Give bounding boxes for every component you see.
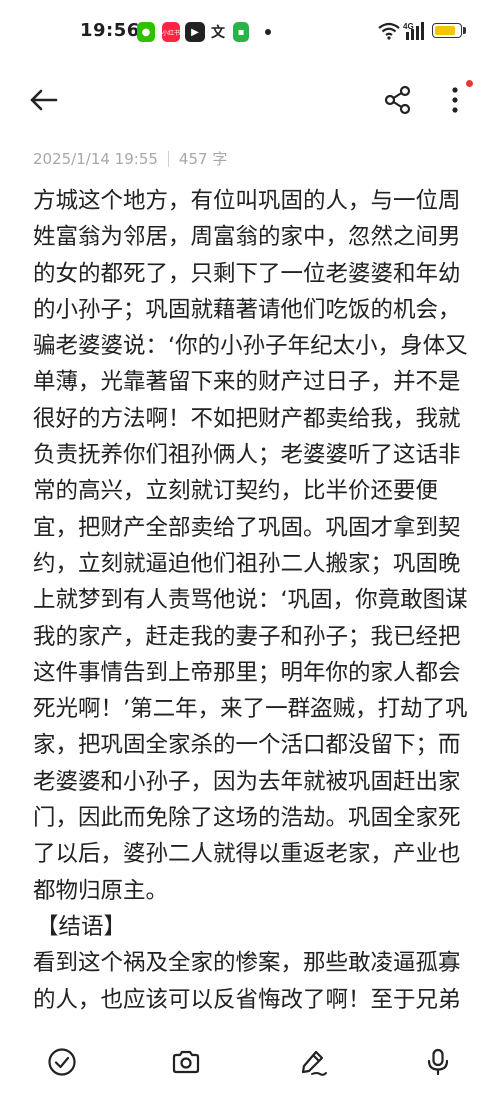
word-count: 457 字	[178, 150, 228, 168]
conclusion-paragraph: 看到这个祸及全家的惨案，那些敢凌逼孤寡的人，也应该可以反省悔改了啊！至于兄弟	[33, 950, 461, 1013]
more-notifications-dot	[265, 29, 271, 35]
meta-divider	[167, 150, 169, 167]
wifi-icon	[378, 22, 400, 40]
checklist-button[interactable]	[44, 1044, 80, 1080]
xiaohongshu-icon: 小红书	[162, 22, 180, 42]
signal-icon: 4G	[403, 22, 424, 40]
microphone-icon	[427, 1048, 449, 1076]
arrow-left-icon	[30, 89, 58, 111]
more-vertical-icon	[452, 87, 458, 113]
handwriting-button[interactable]	[295, 1044, 331, 1080]
more-options-button[interactable]	[444, 84, 466, 116]
check-circle-icon	[48, 1048, 76, 1076]
battery-level	[435, 26, 455, 35]
update-badge	[466, 80, 473, 87]
battery-cap	[463, 27, 466, 34]
wechat-icon: ●	[137, 22, 155, 42]
note-date: 2025/1/14 19:55	[33, 149, 158, 168]
status-time: 19:56	[80, 20, 140, 41]
share-icon	[384, 85, 411, 115]
battery-icon	[432, 23, 462, 38]
back-button[interactable]	[28, 84, 60, 116]
note-editor[interactable]: 方城这个地方，有位叫巩固的人，与一位周姓富翁为邻居，周富翁的家中，忽然之间男的女…	[33, 183, 469, 1027]
message-icon: ▪	[233, 22, 249, 42]
pen-icon	[301, 1050, 327, 1076]
voice-input-button[interactable]	[420, 1044, 456, 1080]
camera-button[interactable]	[168, 1044, 204, 1080]
status-bar: 19:56 ● 小红书 ▶ 文 ▪ 4G	[0, 0, 500, 64]
note-meta: 2025/1/14 19:55 457 字	[33, 148, 227, 169]
bottom-toolbar	[0, 1030, 500, 1103]
note-body-paragraph: 方城这个地方，有位叫巩固的人，与一位周姓富翁为邻居，周富翁的家中，忽然之间男的女…	[33, 188, 468, 904]
camera-icon	[172, 1050, 200, 1074]
wen-icon: 文	[211, 25, 225, 41]
share-button[interactable]	[383, 84, 413, 116]
section-heading: 【结语】	[36, 913, 127, 940]
youtube-icon: ▶	[185, 22, 205, 42]
